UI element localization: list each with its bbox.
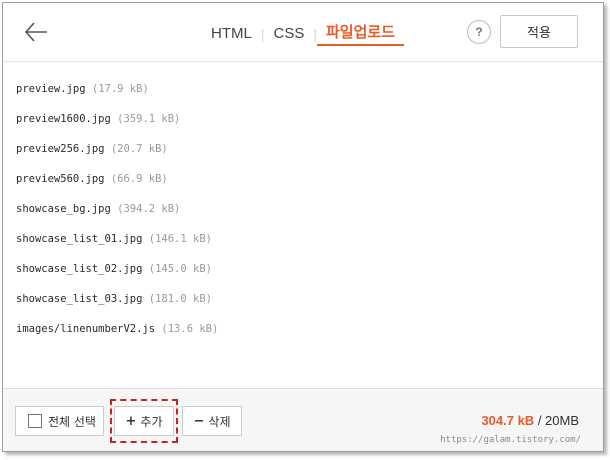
checkbox-icon[interactable] [28,414,42,428]
file-upload-dialog: HTML | CSS | 파일업로드 ? 적용 preview.jpg (17.… [2,2,604,452]
storage-quota: 304.7 kB / 20MB [481,413,579,428]
minus-icon: − [193,413,205,429]
file-size: (66.9 kB) [110,173,168,185]
file-name: showcase_list_03.jpg [16,293,143,305]
file-name: preview256.jpg [16,143,105,155]
plus-icon: + [125,413,137,429]
file-list-item[interactable]: images/linenumberV2.js (13.6 kB) [3,320,603,350]
file-list-item[interactable]: preview1600.jpg (359.1 kB) [3,110,603,140]
file-list-item[interactable]: showcase_list_03.jpg (181.0 kB) [3,290,603,320]
file-list-item[interactable]: preview560.jpg (66.9 kB) [3,170,603,200]
tab-html[interactable]: HTML [202,23,261,45]
file-name: showcase_list_01.jpg [16,233,143,245]
file-list: preview.jpg (17.9 kB) preview1600.jpg (3… [3,63,603,388]
file-size: (181.0 kB) [148,293,212,305]
delete-label: 삭제 [208,414,231,429]
tab-file-upload[interactable]: 파일업로드 [316,22,404,46]
file-name: showcase_list_02.jpg [16,263,143,275]
file-name: preview1600.jpg [16,113,111,125]
file-name: showcase_bg.jpg [16,203,111,215]
quota-total: / 20MB [534,413,579,428]
watermark-text: https://galam.tistory.com/ [440,435,581,445]
add-file-button[interactable]: + 추가 [114,406,174,436]
file-size: (359.1 kB) [117,113,181,125]
file-name: preview560.jpg [16,173,105,185]
file-size: (394.2 kB) [117,203,181,215]
add-label: 추가 [140,414,163,429]
file-size: (146.1 kB) [148,233,212,245]
file-size: (20.7 kB) [110,143,168,155]
file-list-item[interactable]: preview256.jpg (20.7 kB) [3,140,603,170]
file-list-item[interactable]: showcase_bg.jpg (394.2 kB) [3,200,603,230]
dialog-footer: 전체 선택 + 추가 − 삭제 304.7 kB / 20MB https://… [3,388,603,451]
file-name: images/linenumberV2.js [16,323,156,335]
select-all-label: 전체 선택 [48,414,96,429]
file-size: (17.9 kB) [91,83,149,95]
delete-file-button[interactable]: − 삭제 [182,406,242,436]
file-list-item[interactable]: preview.jpg (17.9 kB) [3,80,603,110]
tab-css[interactable]: CSS [264,23,313,45]
file-size: (13.6 kB) [161,323,219,335]
dialog-header: HTML | CSS | 파일업로드 ? 적용 [3,3,603,62]
apply-button[interactable]: 적용 [500,15,578,48]
file-name: preview.jpg [16,83,86,95]
quota-used: 304.7 kB [481,413,535,428]
file-list-item[interactable]: showcase_list_01.jpg (146.1 kB) [3,230,603,260]
select-all-checkbox[interactable]: 전체 선택 [15,406,104,436]
file-size: (145.0 kB) [148,263,212,275]
file-list-item[interactable]: showcase_list_02.jpg (145.0 kB) [3,260,603,290]
help-button[interactable]: ? [467,20,491,44]
